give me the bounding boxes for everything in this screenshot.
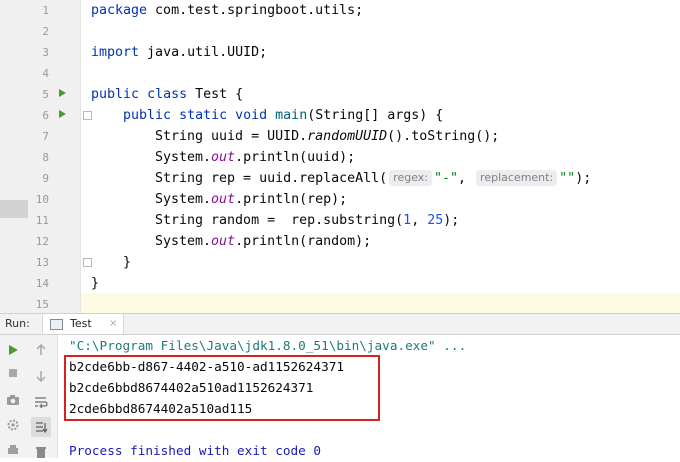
up-arrow-icon[interactable] — [31, 340, 51, 360]
run-class-icon[interactable] — [59, 89, 66, 97]
fold-icon[interactable] — [83, 258, 92, 267]
stop-icon[interactable] — [3, 363, 23, 383]
line-number: 11 — [35, 214, 49, 227]
line-number: 10 — [35, 193, 49, 206]
code-editor[interactable]: 1 2 3 4 5 6 7 8 9 10 11 12 13 14 15 pack… — [0, 0, 680, 313]
trash-icon[interactable] — [31, 442, 51, 462]
run-panel-title: Run: — [5, 317, 30, 330]
code-line: } — [123, 255, 132, 270]
current-line-highlight — [81, 293, 680, 313]
run-toolbar — [0, 335, 58, 458]
code-line: import java.util.UUID; — [91, 45, 268, 60]
gutter-divider — [80, 0, 81, 313]
line-number: 1 — [42, 4, 49, 17]
run-icon[interactable] — [3, 340, 23, 360]
code-line: String uuid = UUID.randomUUID().toString… — [155, 129, 500, 144]
line-number: 15 — [35, 298, 49, 311]
console-output[interactable]: "C:\Program Files\Java\jdk1.8.0_51\bin\j… — [58, 335, 680, 458]
annotation-highlight-box — [64, 355, 380, 421]
code-line: System.out.println(random); — [155, 234, 372, 249]
parameter-hint: replacement: — [476, 170, 558, 186]
tab-test[interactable]: Test × — [42, 314, 124, 334]
line-number: 5 — [42, 88, 49, 101]
code-line: public class Test { — [91, 87, 244, 102]
soft-wrap-icon[interactable] — [31, 392, 51, 412]
code-line: public static void main(String[] args) { — [123, 108, 444, 123]
line-number: 12 — [35, 235, 49, 248]
parameter-hint: regex: — [389, 170, 432, 186]
scroll-to-end-icon[interactable] — [31, 417, 51, 437]
run-tool-header: Run: Test × — [0, 313, 680, 335]
code-line: System.out.println(uuid); — [155, 150, 356, 165]
print-icon[interactable] — [3, 440, 23, 460]
fold-icon[interactable] — [83, 111, 92, 120]
line-number: 9 — [42, 172, 49, 185]
down-arrow-icon[interactable] — [31, 366, 51, 386]
line-number: 6 — [42, 109, 49, 122]
application-icon — [50, 319, 63, 330]
tab-label: Test — [70, 317, 92, 330]
console-command-line: "C:\Program Files\Java\jdk1.8.0_51\bin\j… — [69, 338, 467, 353]
line-number: 2 — [42, 25, 49, 38]
line-number: 8 — [42, 151, 49, 164]
line-number: 14 — [35, 277, 49, 290]
code-line: } — [91, 276, 100, 291]
line-number: 7 — [42, 130, 49, 143]
settings-icon[interactable] — [3, 415, 23, 435]
code-line: String rep = uuid.replaceAll(regex: "-", … — [155, 170, 592, 186]
line-number: 3 — [42, 46, 49, 59]
close-icon[interactable]: × — [109, 314, 117, 334]
line-number: 13 — [35, 256, 49, 269]
code-line: package com.test.springboot.utils; — [91, 3, 364, 18]
run-method-icon[interactable] — [59, 110, 66, 118]
code-line: System.out.println(rep); — [155, 192, 348, 207]
line-number: 4 — [42, 67, 49, 80]
camera-icon[interactable] — [3, 390, 23, 410]
code-line: String random = rep.substring(1, 25); — [155, 213, 460, 228]
